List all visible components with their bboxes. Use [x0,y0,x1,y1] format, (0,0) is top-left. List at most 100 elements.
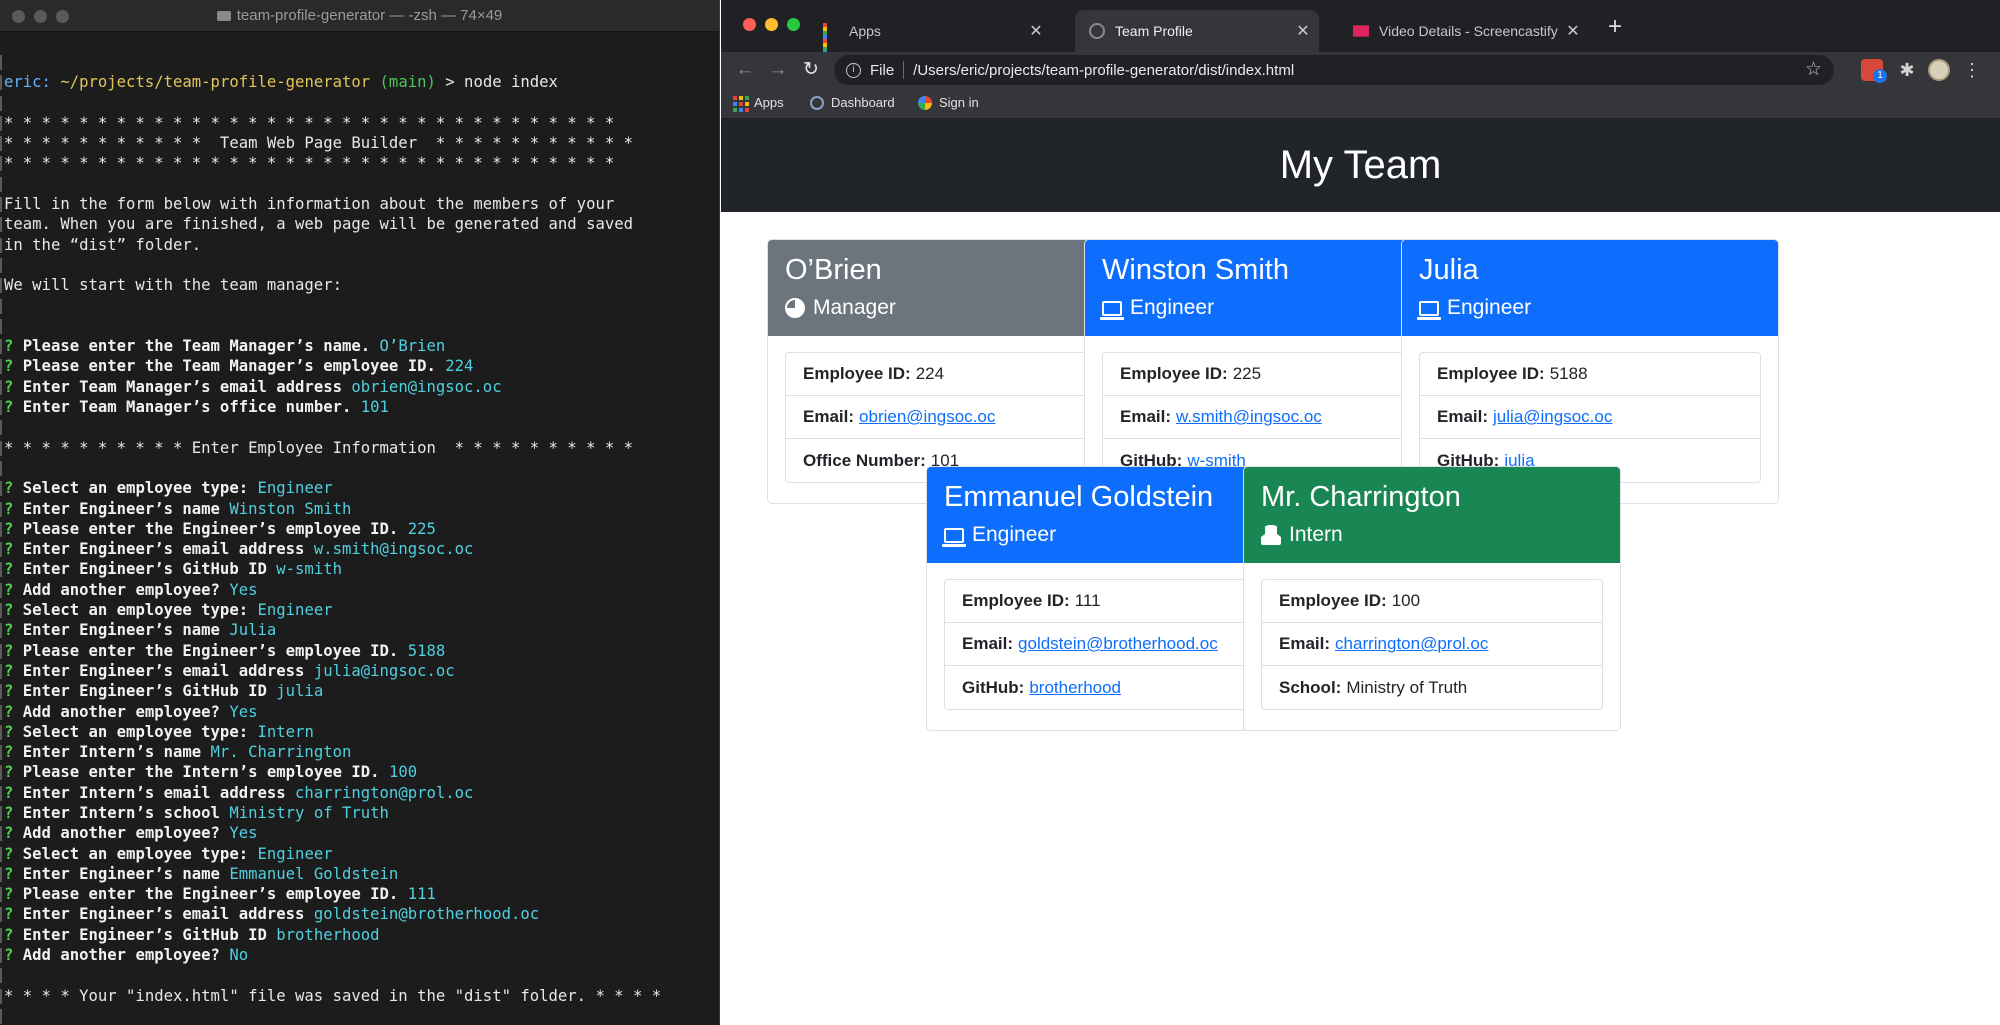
browser-window-controls[interactable] [743,18,800,31]
employee-details: Employee ID: 100 Email: charrington@prol.oc… [1261,579,1603,710]
employee-id-value: 225 [1232,364,1262,383]
close-window-button[interactable] [743,18,756,31]
terminal-text: ? [4,864,23,883]
terminal-line: ? Select an employee type: Engineer [0,844,719,864]
bookmark-star-icon[interactable]: ☆ [1805,58,1822,81]
employee-details: Employee ID: 5188 Email: julia@ingsoc.oc Git… [1419,352,1761,483]
address-bar[interactable]: i File /Users/eric/projects/team-profile… [834,55,1834,85]
employee-id-row: Employee ID: 5188 [1420,353,1760,396]
terminal-text: 5188 [407,641,446,660]
email-link[interactable]: charrington@prol.oc [1335,634,1488,654]
tab-label: Apps [849,23,881,39]
close-tab-icon[interactable]: ✕ [1293,21,1313,41]
laptop-code-icon [1100,300,1124,320]
terminal-text: ? [4,377,23,396]
forward-arrow-icon[interactable]: → [764,56,792,84]
terminal-line: eric: ~/projects/team-profile-generator … [0,72,719,92]
tab-apps[interactable]: Apps ✕ [809,10,1052,59]
terminal-text: * * * * * * * * * * * * * * * * * * * * … [4,154,615,173]
extensions-puzzle-icon[interactable]: ✱ [1896,59,1918,81]
terminal-text: Emmanuel Goldstein [229,864,399,883]
tab-team-profile[interactable]: Team Profile ✕ [1075,10,1319,52]
zoom-window-button[interactable] [787,18,800,31]
email-row: Email: obrien@ingsoc.oc [786,396,1126,439]
laptop-code-icon [942,527,966,547]
close-tab-icon[interactable]: ✕ [1026,21,1046,41]
terminal-text: Enter Engineer’s name [22,499,230,518]
tab-screencastify[interactable]: Video Details - Screencastify ✕ [1339,10,1589,52]
terminal-line: ? Select an employee type: Engineer [0,478,719,498]
employee-details: Employee ID: 225 Email: w.smith@ingsoc.oc Gi… [1102,352,1444,483]
terminal-line: * * * * * * * * * * * * * * * * * * * * … [0,153,719,173]
terminal-text: ? [4,682,23,701]
field-label: Employee ID: [962,591,1070,610]
terminal-text: Select an employee type: [22,722,258,741]
terminal-text: ? [4,743,23,762]
terminal-text: Please enter the Engineer’s employee ID. [22,885,408,904]
terminal-line: * * * * * * * * * * Enter Employee Infor… [0,438,719,458]
terminal-text: Fill in the form below with information … [4,195,615,214]
minimize-window-button[interactable] [765,18,778,31]
bookmark-apps[interactable]: Apps [733,95,784,112]
profile-avatar[interactable] [1928,59,1950,81]
kebab-menu-icon[interactable]: ⋮ [1961,59,1983,81]
user-graduate-icon [1261,525,1281,545]
terminal-line: ? Enter Team Manager’s office number. 10… [0,397,719,417]
terminal-text: Please enter the Team Manager’s name. [22,337,380,356]
terminal-text: Enter Intern’s school [22,803,230,822]
terminal-text: Select an employee type: [22,479,258,498]
terminal-line [0,417,719,437]
terminal-text: ? [4,885,23,904]
email-link[interactable]: goldstein@brotherhood.oc [1018,634,1218,654]
role-label: Intern [1289,523,1343,546]
terminal-line: * * * * * * * * * * * Team Web Page Buil… [0,133,719,153]
dashboard-icon [810,95,824,110]
terminal-text: > node index [435,73,558,92]
bookmark-dashboard[interactable]: Dashboard [810,95,895,110]
terminal-text: w.smith@ingsoc.oc [313,540,474,559]
email-link[interactable]: w.smith@ingsoc.oc [1176,407,1322,427]
terminal-line: in the “dist” folder. [0,235,719,255]
new-tab-button[interactable]: + [1601,14,1629,42]
terminal-text: ? [4,398,23,417]
apps-grid-icon [823,23,839,59]
extension-badge: 1 [1873,69,1887,83]
employee-name: Winston Smith [1102,254,1289,286]
back-arrow-icon[interactable]: ← [731,56,759,84]
terminal-line: ? Add another employee? Yes [0,823,719,843]
terminal-text: Yes [229,702,258,721]
terminal-window[interactable]: team-profile-generator — -zsh — 74×49 er… [0,0,720,1025]
reload-icon[interactable]: ↻ [797,56,825,84]
browser-window[interactable]: Apps ✕ Team Profile ✕ Video Details - Sc… [721,0,2000,1025]
terminal-text: ? [4,803,23,822]
terminal-titlebar[interactable]: team-profile-generator — -zsh — 74×49 [0,0,719,32]
role-label: Manager [813,296,896,319]
terminal-text: Please enter the Intern’s employee ID. [22,763,389,782]
email-link[interactable]: julia@ingsoc.oc [1493,407,1612,427]
terminal-line: ? Enter Engineer’s email address goldste… [0,904,719,924]
extra-info-row: GitHub: brotherhood [945,666,1285,709]
extra-info-row: School: Ministry of Truth [1262,666,1602,709]
terminal-text: ? [4,499,23,518]
terminal-line: ? Please enter the Team Manager’s employ… [0,356,719,376]
terminal-text: Ministry of Truth [229,803,389,822]
terminal-text: Add another employee? [22,946,230,965]
terminal-text: ? [4,722,23,741]
bookmark-sign-in[interactable]: Sign in [918,95,979,110]
github-link[interactable]: brotherhood [1029,678,1121,698]
terminal-line [0,93,719,113]
employee-id-value: 224 [915,364,945,383]
terminal-line: ? Select an employee type: Intern [0,722,719,742]
terminal-text: charrington@prol.oc [295,783,474,802]
google-icon [918,95,932,110]
email-row: Email: julia@ingsoc.oc [1420,396,1760,439]
terminal-text: ? [4,479,23,498]
terminal-text: Add another employee? [22,580,230,599]
email-link[interactable]: obrien@ingsoc.oc [859,407,995,427]
info-icon[interactable]: i [846,62,861,78]
terminal-text: ? [4,337,23,356]
field-label: Email: [1437,407,1489,426]
url-text[interactable]: /Users/eric/projects/team-profile-genera… [913,62,1294,79]
terminal-output[interactable]: eric: ~/projects/team-profile-generator … [0,32,719,1025]
close-tab-icon[interactable]: ✕ [1563,21,1583,41]
